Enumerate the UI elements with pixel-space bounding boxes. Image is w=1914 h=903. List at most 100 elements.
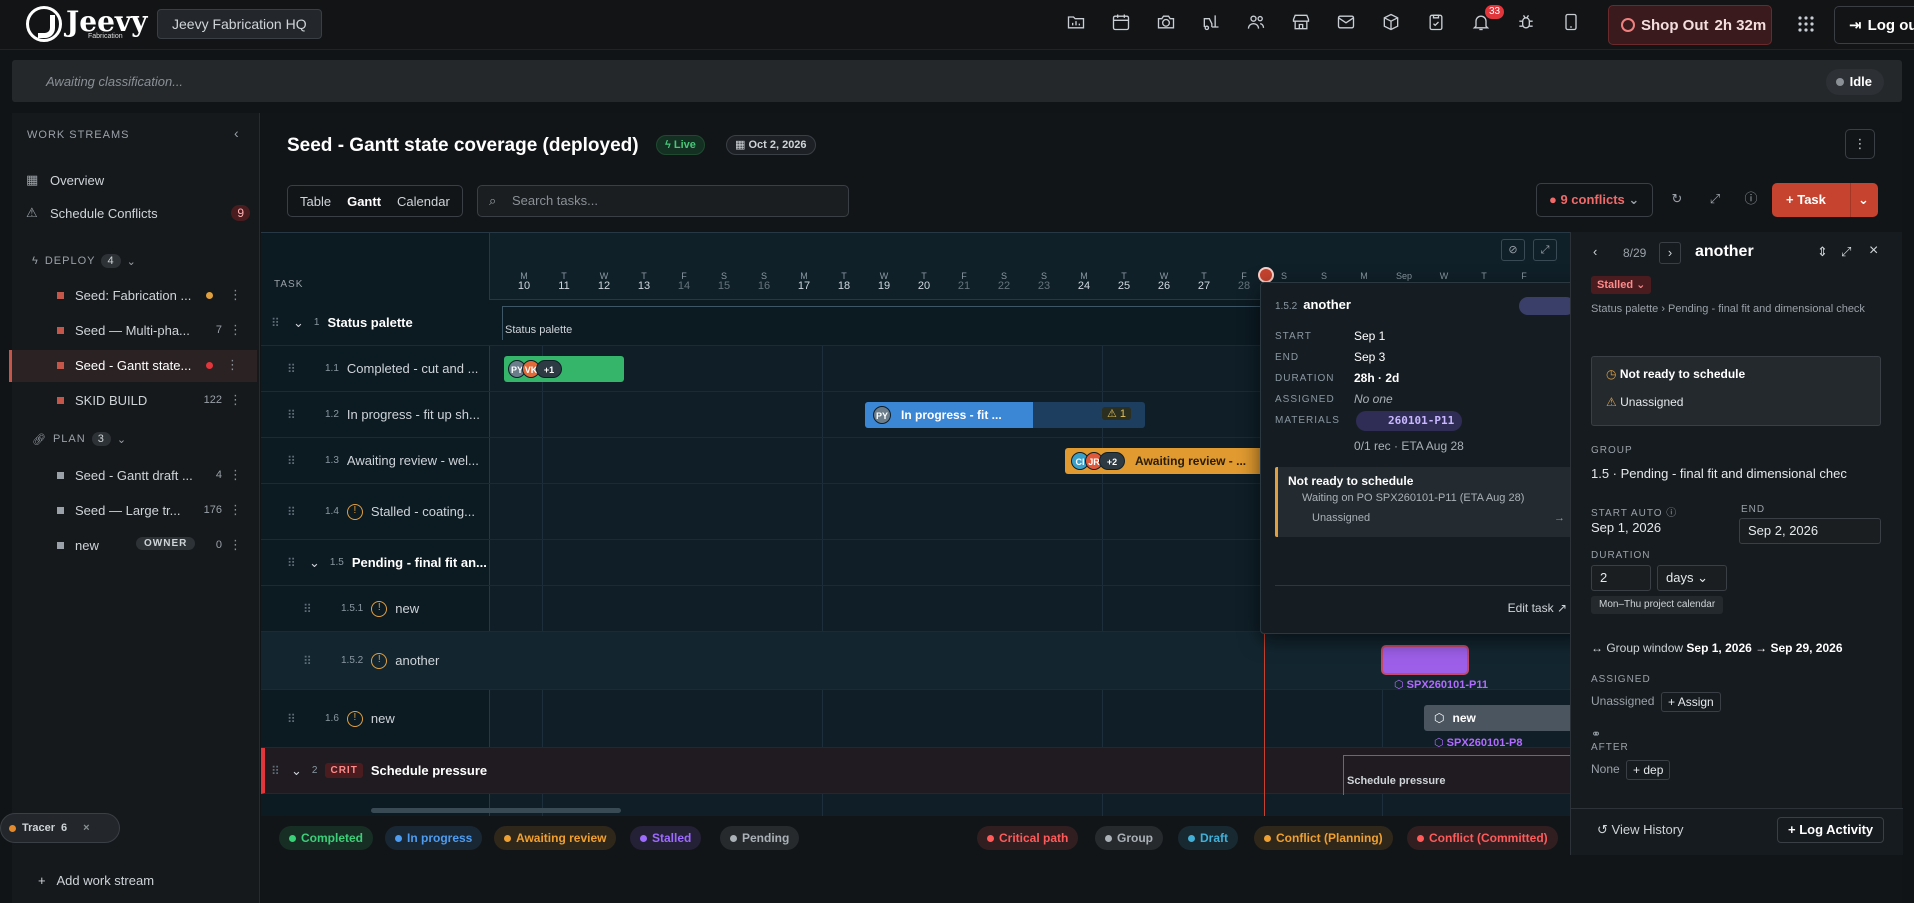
stream-item[interactable]: new OWNER 0 ⋮ [12, 530, 260, 562]
forklift-icon[interactable] [1201, 12, 1225, 36]
page-menu-button[interactable]: ⋮ [1845, 129, 1875, 159]
chevron-down-icon[interactable]: ⌄ [291, 763, 302, 779]
material-chip[interactable]: 260101-P11 [1356, 411, 1463, 431]
tab-calendar[interactable]: Calendar [389, 194, 458, 209]
table-row[interactable]: ⠿ 1.6! new [261, 690, 1573, 748]
duration-input[interactable]: 2 [1591, 565, 1651, 591]
date-chip[interactable]: ▦ Oct 2, 2026 [726, 135, 816, 155]
idle-status[interactable]: Idle [1825, 69, 1884, 95]
reorder-icon[interactable]: ⇕ [1817, 244, 1828, 260]
stream-item[interactable]: Seed — Multi-pha... 7 ⋮ [12, 315, 260, 347]
horizontal-scrollbar[interactable] [371, 808, 621, 813]
task-bar-new[interactable]: ⬡ new [1424, 705, 1573, 731]
sidebar-item-overview[interactable]: ▦ Overview [12, 165, 260, 195]
kebab-icon[interactable]: ⋮ [229, 392, 242, 408]
fullscreen-icon[interactable]: ⤢ [1533, 239, 1557, 261]
add-work-stream-button[interactable]: + Add work stream [38, 873, 154, 888]
drag-handle-icon[interactable]: ⠿ [287, 712, 296, 726]
expand-icon[interactable]: ⤢ [1841, 244, 1851, 260]
close-icon[interactable]: × [83, 822, 89, 834]
group-label: GROUP [1591, 445, 1633, 456]
bell-icon[interactable]: 33 [1471, 5, 1505, 36]
refresh-icon[interactable]: ↻ [1667, 189, 1687, 209]
task-bar-completed[interactable]: PY VK +1 [504, 356, 624, 382]
workspace-selector[interactable]: Jeevy Fabrication HQ [157, 9, 322, 39]
kebab-icon[interactable]: ⋮ [229, 502, 242, 518]
prev-task-icon[interactable]: ‹ [1593, 244, 1597, 259]
drag-handle-icon[interactable]: ⠿ [287, 362, 296, 376]
stream-item[interactable]: Seed — Large tr... 176 ⋮ [12, 495, 260, 527]
view-history-button[interactable]: ↺ View History [1597, 822, 1684, 838]
camera-icon[interactable] [1156, 12, 1180, 36]
task-bar-another[interactable] [1383, 647, 1467, 673]
material-link[interactable]: ⬡ SPX260101-P11 [1394, 678, 1488, 691]
conflicts-dropdown[interactable]: ● 9 conflicts ⌄ [1536, 183, 1653, 217]
table-row-selected[interactable]: ⠿ 1.5.2! another [261, 632, 1573, 690]
kebab-icon[interactable]: ⋮ [229, 467, 242, 483]
stream-item-active[interactable]: Seed - Gantt state... ⋮ [9, 350, 257, 382]
toolbar-icons: 33 [1066, 5, 1585, 36]
chevron-down-icon[interactable]: ⌄ [293, 315, 304, 331]
package-icon[interactable] [1381, 12, 1405, 36]
duration-unit-select[interactable]: days ⌄ [1657, 565, 1727, 591]
chevron-down-icon[interactable]: ⌄ [1858, 183, 1869, 217]
log-activity-button[interactable]: + Log Activity [1777, 817, 1885, 843]
tablet-icon[interactable] [1561, 12, 1585, 36]
plan-section-header[interactable]: 🔗︎ PLAN 3 ⌄ [32, 432, 127, 446]
apps-grid-icon[interactable] [1797, 15, 1815, 33]
drag-handle-icon[interactable]: ⠿ [287, 408, 296, 422]
end-date-input[interactable]: Sep 2, 2026 [1739, 518, 1881, 544]
kebab-icon[interactable]: ⋮ [229, 287, 242, 303]
drag-handle-icon[interactable]: ⠿ [287, 454, 296, 468]
add-task-button[interactable]: + Task ⌄ [1772, 183, 1878, 217]
store-icon[interactable] [1291, 12, 1315, 36]
material-link[interactable]: ⬡ SPX260101-P8 [1434, 736, 1523, 749]
search-input[interactable]: ⌕ Search tasks... [477, 185, 849, 217]
deploy-count: 4 [101, 254, 121, 268]
stream-item[interactable]: SKID BUILD 122 ⋮ [12, 385, 260, 417]
stream-item[interactable]: Seed: Fabrication ... ⋮ [12, 280, 260, 312]
users-icon[interactable] [1246, 12, 1270, 36]
drag-handle-icon[interactable]: ⠿ [303, 654, 312, 668]
tab-gantt[interactable]: Gantt [339, 194, 389, 209]
group-select[interactable]: 1.5 · Pending - final fit and dimensiona… [1591, 462, 1881, 488]
collapse-sidebar-icon[interactable]: ‹ [234, 125, 239, 141]
hide-icon[interactable]: ⊘ [1501, 239, 1525, 261]
edit-task-link[interactable]: Edit task ↗ [1508, 601, 1567, 615]
folder-chart-icon[interactable] [1066, 12, 1090, 36]
kebab-icon[interactable]: ⋮ [229, 537, 242, 553]
shop-out-button[interactable]: Shop Out 2h 32m [1608, 5, 1772, 45]
legend-bar: Completed In progress Awaiting review St… [261, 816, 1573, 858]
sidebar-item-schedule-conflicts[interactable]: ⚠ Schedule Conflicts 9 [12, 198, 260, 228]
next-task-icon[interactable]: › [1659, 242, 1681, 264]
kebab-icon[interactable]: ⋮ [226, 357, 239, 373]
add-dep-button[interactable]: + dep [1626, 760, 1671, 780]
stream-item[interactable]: Seed - Gantt draft ... 4 ⋮ [12, 460, 260, 492]
close-icon[interactable]: × [1869, 242, 1878, 260]
drag-handle-icon[interactable]: ⠿ [287, 556, 296, 570]
not-ready-warning[interactable]: Not ready to schedule Waiting on PO SPX2… [1275, 467, 1575, 537]
drag-handle-icon[interactable]: ⠿ [271, 764, 280, 778]
calendar-icon[interactable] [1111, 12, 1135, 36]
drag-handle-icon[interactable]: ⠿ [287, 505, 296, 519]
expand-icon[interactable]: ⤢ [1705, 189, 1725, 209]
status-badge[interactable]: Stalled ⌄ [1591, 276, 1652, 294]
tab-table[interactable]: Table [292, 194, 339, 209]
chevron-down-icon[interactable]: ⌄ [309, 555, 320, 571]
day-header: S 16 [757, 271, 771, 292]
mail-icon[interactable] [1336, 12, 1360, 36]
drag-handle-icon[interactable]: ⠿ [303, 602, 312, 616]
bug-icon[interactable] [1516, 12, 1540, 36]
tracer-pill[interactable]: Tracer 6 × [0, 813, 120, 843]
deploy-section-header[interactable]: ϟ DEPLOY 4 ⌄ [32, 254, 137, 268]
logout-button[interactable]: ⇥ Log out [1834, 6, 1914, 44]
logo[interactable]: Jeevy Fabrication [26, 6, 147, 42]
assign-button[interactable]: + Assign [1661, 692, 1721, 712]
pending-status-icon: ! [371, 652, 388, 669]
clipboard-check-icon[interactable] [1426, 12, 1450, 36]
task-bar-awaiting-review[interactable]: CI JR +2 Awaiting review - ... [1065, 448, 1273, 474]
kebab-icon[interactable]: ⋮ [229, 322, 242, 338]
task-bar-in-progress[interactable]: PY In progress - fit ... ⚠ 1 [865, 402, 1145, 428]
info-icon[interactable]: ⓘ [1741, 189, 1761, 209]
drag-handle-icon[interactable]: ⠿ [271, 316, 280, 330]
